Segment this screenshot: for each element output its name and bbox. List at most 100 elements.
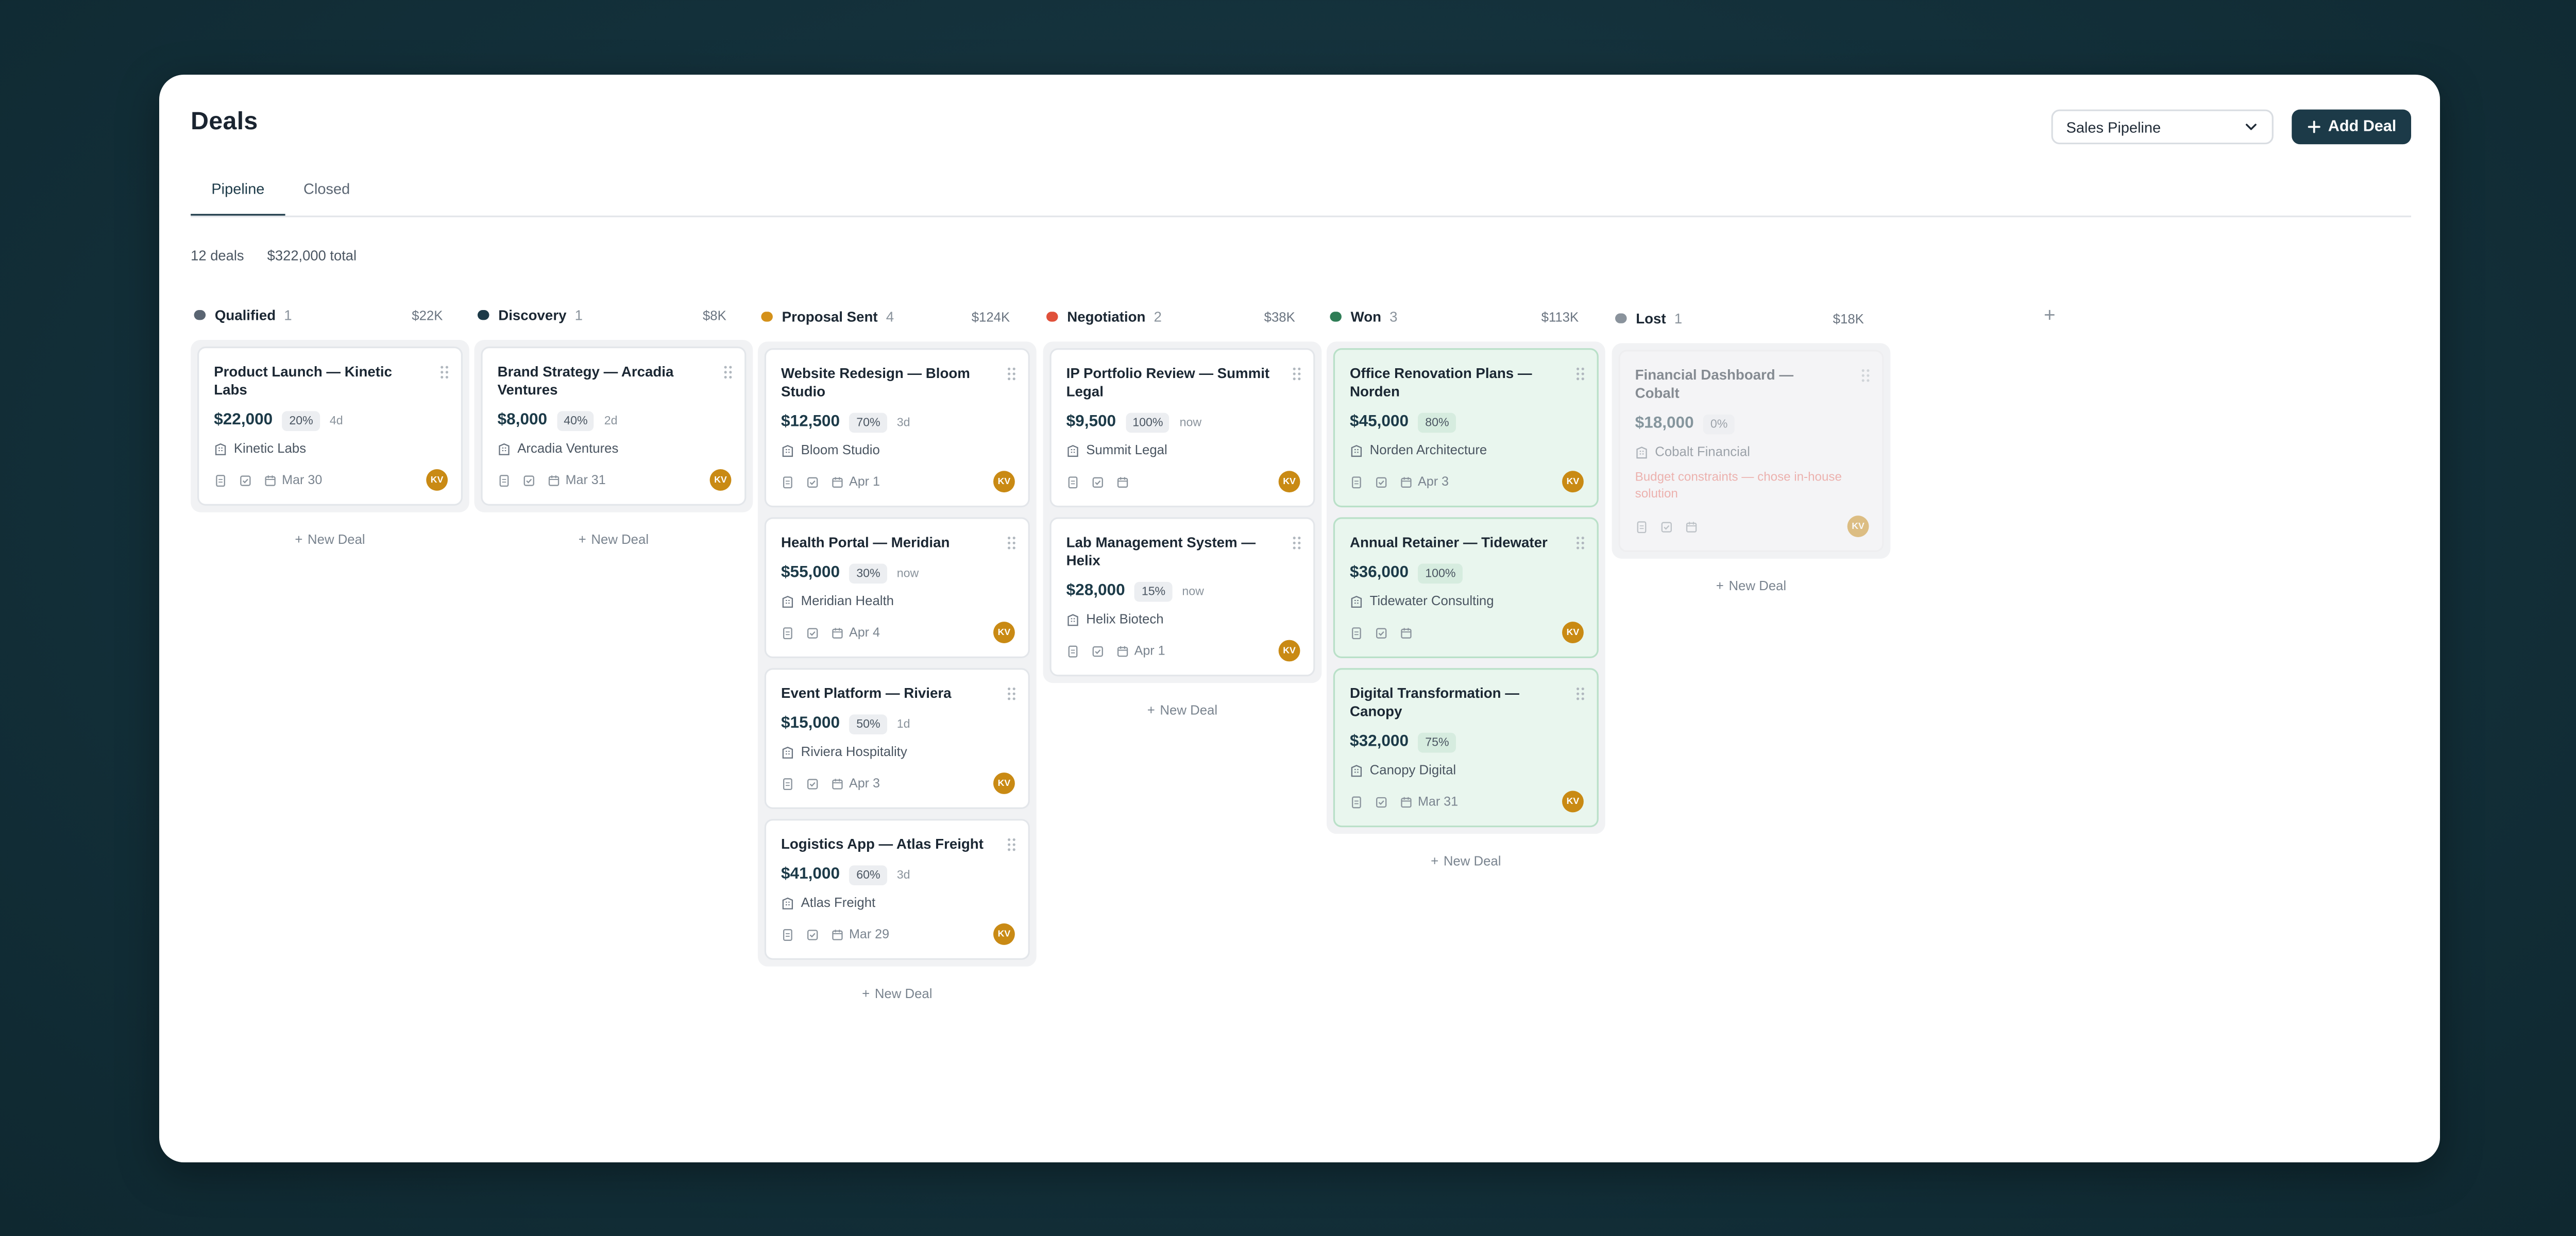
notes-icon[interactable] xyxy=(1350,626,1363,639)
company-row: Arcadia Ventures xyxy=(498,441,730,456)
calendar-icon[interactable] xyxy=(831,928,844,941)
deal-card[interactable]: Health Portal — Meridian $55,000 30% now Mer… xyxy=(764,517,1030,658)
deal-card[interactable]: Event Platform — Riviera $15,000 50% 1d Rivi… xyxy=(764,668,1030,809)
notes-icon[interactable] xyxy=(781,475,794,488)
pipeline-select[interactable]: Sales Pipeline xyxy=(2051,109,2274,145)
calendar-icon[interactable] xyxy=(1400,626,1413,639)
avatar[interactable]: KV xyxy=(993,471,1015,493)
drag-handle-icon[interactable] xyxy=(1575,366,1585,381)
task-icon[interactable] xyxy=(806,777,819,790)
calendar-icon[interactable] xyxy=(264,473,277,487)
card-footer: Apr 4 xyxy=(781,622,1013,643)
new-deal-button[interactable]: + New Deal xyxy=(1612,578,1891,593)
notes-icon[interactable] xyxy=(1635,520,1649,533)
avatar[interactable]: KV xyxy=(426,469,448,491)
avatar[interactable]: KV xyxy=(1562,471,1584,493)
avatar[interactable]: KV xyxy=(993,923,1015,945)
notes-icon[interactable] xyxy=(214,473,227,487)
calendar-icon[interactable] xyxy=(1400,795,1413,809)
calendar-icon[interactable] xyxy=(1116,644,1129,658)
deal-card[interactable]: Lab Management System — Helix $28,000 15% n… xyxy=(1049,517,1315,677)
avatar[interactable]: KV xyxy=(993,622,1015,644)
task-icon[interactable] xyxy=(239,473,252,487)
deal-title: Health Portal — Meridian xyxy=(781,534,950,551)
company-name: Summit Legal xyxy=(1086,442,1167,458)
column-cards: Website Redesign — Bloom Studio $12,500 70… xyxy=(757,341,1037,967)
building-icon xyxy=(782,746,793,758)
drag-handle-icon[interactable] xyxy=(1292,536,1301,551)
deal-card[interactable]: Digital Transformation — Canopy $32,000 75… xyxy=(1333,668,1599,828)
tab-closed[interactable]: Closed xyxy=(303,181,353,214)
avatar[interactable]: KV xyxy=(709,469,732,491)
task-icon[interactable] xyxy=(806,928,819,941)
notes-icon[interactable] xyxy=(1350,475,1363,488)
drag-handle-icon[interactable] xyxy=(1007,686,1016,701)
avatar[interactable]: KV xyxy=(1562,622,1584,644)
notes-icon[interactable] xyxy=(1066,475,1080,488)
calendar-icon[interactable] xyxy=(831,626,844,639)
deal-card[interactable]: IP Portfolio Review — Summit Legal $9,500… xyxy=(1049,348,1315,508)
new-deal-button[interactable]: + New Deal xyxy=(191,532,469,547)
deal-card[interactable]: Brand Strategy — Arcadia Ventures $8,000 4… xyxy=(481,346,747,506)
building-icon xyxy=(1636,445,1647,458)
notes-icon[interactable] xyxy=(781,777,794,790)
new-deal-button[interactable]: + New Deal xyxy=(1327,854,1605,869)
column-count: 1 xyxy=(1674,310,1683,327)
calendar-icon[interactable] xyxy=(1116,475,1129,488)
task-icon[interactable] xyxy=(1375,626,1388,639)
task-icon[interactable] xyxy=(1091,475,1105,488)
avatar[interactable]: KV xyxy=(993,772,1015,794)
task-icon[interactable] xyxy=(1375,475,1388,488)
new-deal-label: New Deal xyxy=(1443,853,1501,869)
task-icon[interactable] xyxy=(1091,644,1105,658)
task-icon[interactable] xyxy=(522,473,536,487)
calendar-icon[interactable] xyxy=(1400,475,1413,488)
task-icon[interactable] xyxy=(1660,520,1673,533)
calendar-icon[interactable] xyxy=(547,473,561,487)
calendar-icon[interactable] xyxy=(1685,520,1698,533)
drag-handle-icon[interactable] xyxy=(1007,366,1016,381)
task-icon[interactable] xyxy=(1375,795,1388,809)
drag-handle-icon[interactable] xyxy=(1292,366,1301,381)
deal-amount: $15,000 xyxy=(781,714,840,733)
deal-card[interactable]: Website Redesign — Bloom Studio $12,500 70… xyxy=(764,348,1030,508)
deal-amount: $8,000 xyxy=(497,411,548,430)
add-deal-button[interactable]: Add Deal xyxy=(2292,109,2411,145)
task-icon[interactable] xyxy=(806,626,819,639)
calendar-icon[interactable] xyxy=(831,777,844,790)
drag-handle-icon[interactable] xyxy=(1575,536,1585,551)
notes-icon[interactable] xyxy=(498,473,511,487)
new-deal-button[interactable]: + New Deal xyxy=(758,986,1037,1001)
new-deal-label: New Deal xyxy=(1728,578,1787,594)
task-icon[interactable] xyxy=(806,475,819,488)
drag-handle-icon[interactable] xyxy=(1007,837,1016,852)
deal-amount-row: $36,000 100% xyxy=(1350,562,1582,583)
deal-title: Product Launch — Kinetic Labs xyxy=(214,363,393,398)
calendar-icon[interactable] xyxy=(831,475,844,488)
page-title: Deals xyxy=(191,108,258,136)
drag-handle-icon[interactable] xyxy=(1007,536,1016,551)
deal-card[interactable]: Product Launch — Kinetic Labs $22,000 20% 4… xyxy=(197,346,463,506)
avatar[interactable]: KV xyxy=(1562,791,1584,813)
drag-handle-icon[interactable] xyxy=(1575,686,1585,701)
notes-icon[interactable] xyxy=(781,928,794,941)
new-deal-button[interactable]: + New Deal xyxy=(1043,703,1322,718)
add-column-button[interactable]: + xyxy=(2040,303,2060,327)
avatar[interactable]: KV xyxy=(1847,516,1869,538)
new-deal-label: New Deal xyxy=(591,532,649,547)
deal-card[interactable]: Office Renovation Plans — Norden $45,000 8… xyxy=(1333,348,1599,508)
deal-card[interactable]: Annual Retainer — Tidewater $36,000 100% Ti… xyxy=(1333,517,1599,658)
tab-pipeline[interactable]: Pipeline xyxy=(191,181,285,216)
drag-handle-icon[interactable] xyxy=(1860,368,1870,383)
notes-icon[interactable] xyxy=(1350,795,1363,809)
notes-icon[interactable] xyxy=(1066,644,1080,658)
drag-handle-icon[interactable] xyxy=(439,365,449,380)
card-footer: Apr 1 xyxy=(781,471,1013,492)
avatar[interactable]: KV xyxy=(1278,471,1300,493)
notes-icon[interactable] xyxy=(781,626,794,639)
new-deal-button[interactable]: + New Deal xyxy=(474,532,753,547)
drag-handle-icon[interactable] xyxy=(723,365,733,380)
avatar[interactable]: KV xyxy=(1278,640,1300,662)
deal-card[interactable]: Logistics App — Atlas Freight $41,000 60% 3… xyxy=(764,819,1030,960)
deal-card[interactable]: Financial Dashboard — Cobalt $18,000 0% Cob… xyxy=(1618,350,1884,552)
